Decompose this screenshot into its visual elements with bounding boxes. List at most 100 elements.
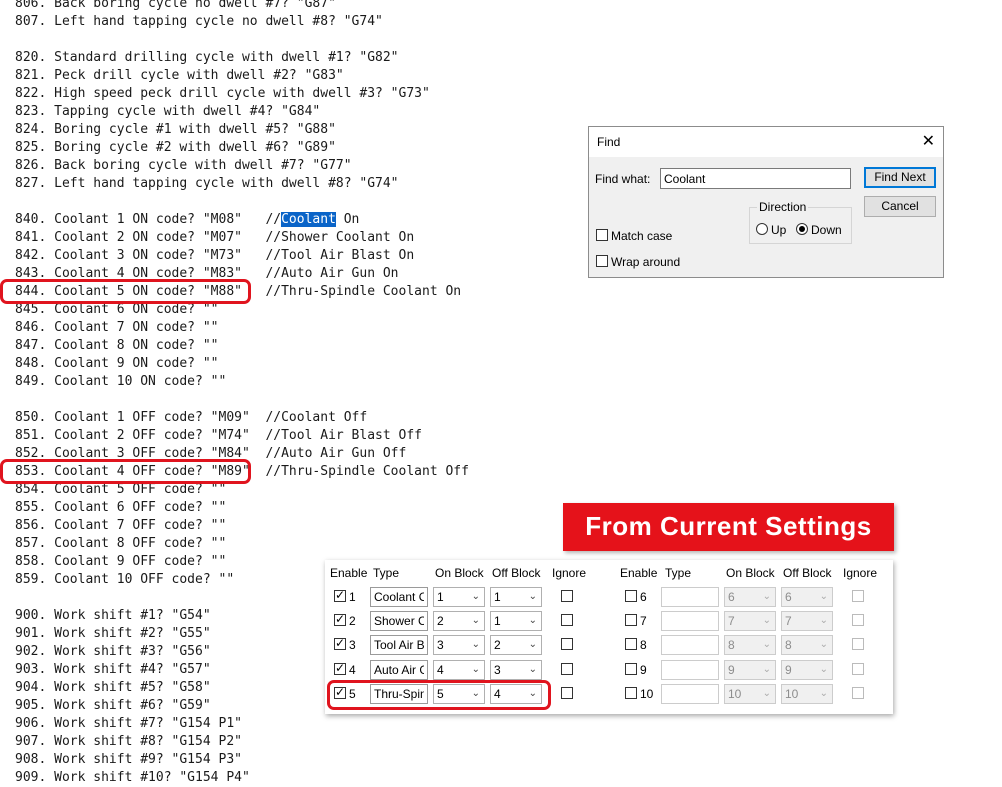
direction-down-radio[interactable] <box>796 223 808 235</box>
wrap-around-checkbox[interactable] <box>596 255 608 267</box>
header-off-block-right: Off Block <box>783 566 832 580</box>
chevron-down-icon: ⌄ <box>528 664 537 675</box>
chevron-down-icon: ⌄ <box>819 688 828 699</box>
enable-checkbox-1[interactable] <box>334 588 346 602</box>
on-block-select-9[interactable]: 9 ⌄ <box>724 660 776 680</box>
off-block-select-9[interactable]: 9 ⌄ <box>781 660 833 680</box>
type-input-6[interactable] <box>661 587 719 607</box>
on-block-value: 3 <box>437 638 444 652</box>
on-block-select-3[interactable]: 3 ⌄ <box>433 635 485 655</box>
header-on-block-right: On Block <box>726 566 775 580</box>
type-input-3[interactable] <box>370 635 428 655</box>
enable-checkbox-2[interactable] <box>334 612 346 626</box>
chevron-down-icon: ⌄ <box>762 664 771 675</box>
type-input-10[interactable] <box>661 684 719 704</box>
on-block-select-6[interactable]: 6 ⌄ <box>724 587 776 607</box>
on-block-select-2[interactable]: 2 ⌄ <box>433 611 485 631</box>
off-block-select-7[interactable]: 7 ⌄ <box>781 611 833 631</box>
find-what-input[interactable] <box>660 168 851 189</box>
code-line: 820. Standard drilling cycle with dwell … <box>15 50 399 65</box>
code-line: 900. Work shift #1? "G54" <box>15 608 211 623</box>
ignore-checkbox-6[interactable] <box>852 590 864 602</box>
code-line: 857. Coolant 8 OFF code? "" <box>15 536 227 551</box>
code-line: 855. Coolant 6 OFF code? "" <box>15 500 227 515</box>
direction-up-label: Up <box>771 223 787 237</box>
off-block-value: 2 <box>494 638 501 652</box>
code-line: 823. Tapping cycle with dwell #4? "G84" <box>15 104 321 119</box>
code-line: 907. Work shift #8? "G154 P2" <box>15 734 242 749</box>
code-line: 859. Coolant 10 OFF code? "" <box>15 572 235 587</box>
chevron-down-icon: ⌄ <box>762 615 771 626</box>
direction-up-radio[interactable] <box>756 223 768 235</box>
ignore-checkbox-4[interactable] <box>561 663 573 675</box>
code-line: 908. Work shift #9? "G154 P3" <box>15 752 242 767</box>
off-block-select-1[interactable]: 1 ⌄ <box>490 587 542 607</box>
chevron-down-icon: ⌄ <box>528 639 537 650</box>
find-next-button[interactable]: Find Next <box>864 167 936 188</box>
enable-checkbox-3[interactable] <box>334 636 346 650</box>
code-line: 841. Coolant 2 ON code? "M07" //Shower C… <box>15 230 415 245</box>
direction-label: Direction <box>757 200 809 214</box>
code-line: 906. Work shift #7? "G154 P1" <box>15 716 242 731</box>
ignore-checkbox-2[interactable] <box>561 614 573 626</box>
code-line: 826. Back boring cycle with dwell #7? "G… <box>15 158 352 173</box>
cancel-button[interactable]: Cancel <box>864 196 936 217</box>
type-input-2[interactable] <box>370 611 428 631</box>
ignore-checkbox-7[interactable] <box>852 614 864 626</box>
enable-checkbox-9[interactable] <box>625 663 637 675</box>
code-line: 842. Coolant 3 ON code? "M73" //Tool Air… <box>15 248 415 263</box>
close-icon[interactable]: ✕ <box>922 131 935 151</box>
on-block-select-7[interactable]: 7 ⌄ <box>724 611 776 631</box>
match-case-checkbox[interactable] <box>596 229 608 241</box>
on-block-select-1[interactable]: 1 ⌄ <box>433 587 485 607</box>
enable-checkbox-4[interactable] <box>334 661 346 675</box>
type-input-9[interactable] <box>661 660 719 680</box>
coolant-number-8: 8 <box>640 638 647 652</box>
code-line: 856. Coolant 7 OFF code? "" <box>15 518 227 533</box>
on-block-select-10[interactable]: 10 ⌄ <box>724 684 776 704</box>
callout-box-row-5 <box>327 680 551 710</box>
chevron-down-icon: ⌄ <box>762 688 771 699</box>
off-block-select-8[interactable]: 8 ⌄ <box>781 635 833 655</box>
enable-checkbox-6[interactable] <box>625 590 637 602</box>
code-line: 807. Left hand tapping cycle no dwell #8… <box>15 14 383 29</box>
off-block-value: 8 <box>785 638 792 652</box>
code-line: 902. Work shift #3? "G56" <box>15 644 211 659</box>
coolant-number-6: 6 <box>640 590 647 604</box>
code-line: 850. Coolant 1 OFF code? "M09" //Coolant… <box>15 410 368 425</box>
ignore-checkbox-9[interactable] <box>852 663 864 675</box>
on-block-value: 2 <box>437 614 444 628</box>
chevron-down-icon: ⌄ <box>762 591 771 602</box>
on-block-select-4[interactable]: 4 ⌄ <box>433 660 485 680</box>
code-line: 903. Work shift #4? "G57" <box>15 662 211 677</box>
ignore-checkbox-1[interactable] <box>561 590 573 602</box>
off-block-select-4[interactable]: 3 ⌄ <box>490 660 542 680</box>
type-input-1[interactable] <box>370 587 428 607</box>
type-input-7[interactable] <box>661 611 719 631</box>
ignore-checkbox-3[interactable] <box>561 638 573 650</box>
off-block-select-3[interactable]: 2 ⌄ <box>490 635 542 655</box>
off-block-select-2[interactable]: 1 ⌄ <box>490 611 542 631</box>
enable-checkbox-7[interactable] <box>625 614 637 626</box>
chevron-down-icon: ⌄ <box>528 591 537 602</box>
search-match-highlight: Coolant <box>281 212 336 227</box>
on-block-select-8[interactable]: 8 ⌄ <box>724 635 776 655</box>
on-block-value: 10 <box>728 687 742 701</box>
type-input-4[interactable] <box>370 660 428 680</box>
header-on-block-left: On Block <box>435 566 484 580</box>
off-block-value: 3 <box>494 663 501 677</box>
ignore-checkbox-8[interactable] <box>852 638 864 650</box>
ignore-checkbox-5[interactable] <box>561 687 573 699</box>
ignore-checkbox-10[interactable] <box>852 687 864 699</box>
off-block-select-6[interactable]: 6 ⌄ <box>781 587 833 607</box>
header-ignore-right: Ignore <box>843 566 878 580</box>
type-input-8[interactable] <box>661 635 719 655</box>
enable-checkbox-8[interactable] <box>625 638 637 650</box>
off-block-select-10[interactable]: 10 ⌄ <box>781 684 833 704</box>
code-line: 822. High speed peck drill cycle with dw… <box>15 86 430 101</box>
off-block-value: 1 <box>494 590 501 604</box>
code-line: 901. Work shift #2? "G55" <box>15 626 211 641</box>
enable-checkbox-10[interactable] <box>625 687 637 699</box>
callout-box-853 <box>0 459 251 484</box>
header-enable-left: Enable <box>330 566 368 580</box>
